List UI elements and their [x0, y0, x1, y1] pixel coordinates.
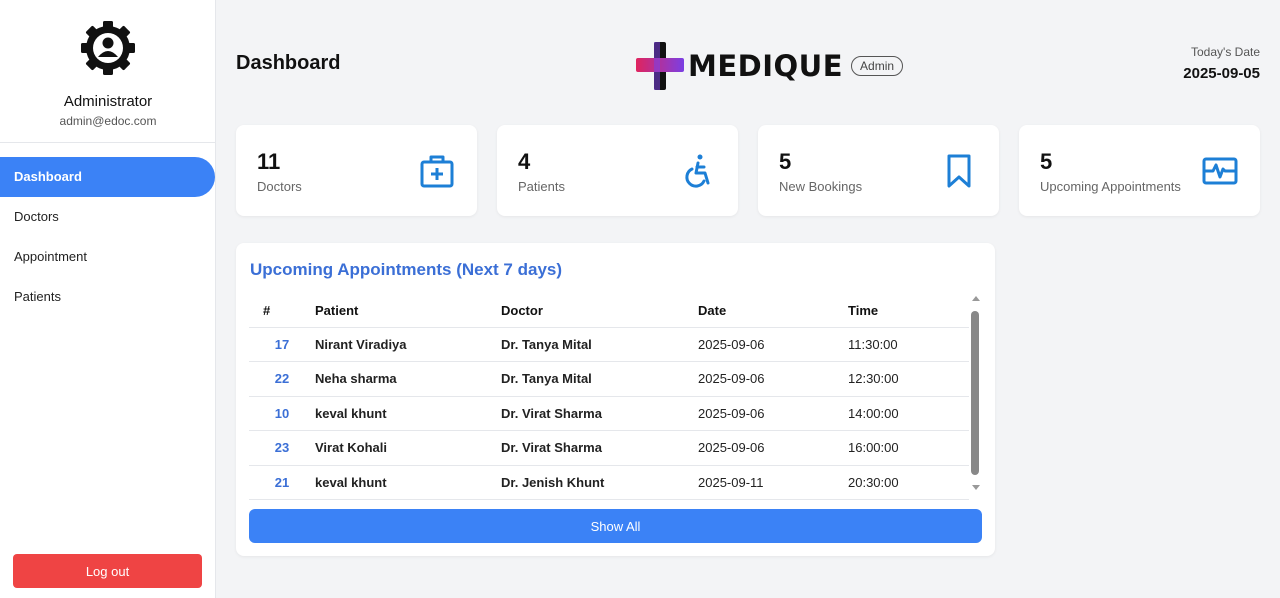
appointment-date: 2025-09-06 — [698, 396, 848, 431]
sidebar-nav: Dashboard Doctors Appointment Patients — [0, 157, 216, 317]
patient-name: Nirant Viradiya — [315, 327, 501, 362]
appointment-time: 12:30:00 — [848, 361, 969, 397]
wheelchair-icon — [685, 154, 710, 188]
brand-logo: MEDIQUE Admin — [636, 42, 904, 90]
admin-badge: Admin — [851, 56, 904, 76]
appointments-table: # Patient Doctor Date Time 17 Nirant Vir… — [249, 294, 969, 500]
doctor-name: Dr. Tanya Mital — [501, 361, 698, 397]
stat-label: Doctors — [257, 179, 302, 194]
table-scrollbar[interactable] — [970, 296, 982, 490]
column-header-number: # — [249, 294, 315, 328]
stat-label: Upcoming Appointments — [1040, 179, 1181, 194]
date-value: 2025-09-05 — [1183, 65, 1260, 82]
table-row: 17 Nirant Viradiya Dr. Tanya Mital 2025-… — [249, 327, 969, 362]
appointment-id: 10 — [249, 396, 315, 431]
stat-card-upcoming-appointments: 5 Upcoming Appointments — [1019, 125, 1260, 216]
scroll-thumb[interactable] — [971, 311, 979, 475]
patient-name: Neha sharma — [315, 361, 501, 397]
stat-count: 5 — [1040, 149, 1053, 174]
appointment-id: 23 — [249, 430, 315, 466]
doctor-name: Dr. Virat Sharma — [501, 396, 698, 431]
column-header-date: Date — [698, 294, 848, 328]
medical-cross-logo-icon — [636, 42, 684, 90]
appointment-date: 2025-09-06 — [698, 430, 848, 466]
table-row: 10 keval khunt Dr. Virat Sharma 2025-09-… — [249, 396, 969, 431]
sidebar-item-patients[interactable]: Patients — [0, 277, 216, 317]
stat-count: 5 — [779, 149, 792, 174]
date-block: Today's Date 2025-09-05 — [1183, 45, 1260, 82]
profile-email: admin@edoc.com — [59, 114, 157, 128]
appointment-time: 14:00:00 — [848, 396, 969, 431]
medical-kit-icon — [420, 155, 454, 188]
scroll-down-arrow-icon[interactable] — [972, 485, 980, 490]
table-header-row: # Patient Doctor Date Time — [249, 294, 969, 328]
stat-label: New Bookings — [779, 179, 863, 194]
appointment-date: 2025-09-06 — [698, 361, 848, 397]
doctor-name: Dr. Tanya Mital — [501, 327, 698, 362]
sidebar-item-appointment[interactable]: Appointment — [0, 237, 216, 277]
stat-card-new-bookings: 5 New Bookings — [758, 125, 999, 216]
user-gear-icon — [81, 21, 135, 75]
stat-count: 11 — [257, 149, 281, 174]
profile-section: Administrator admin@edoc.com — [0, 0, 215, 143]
patient-name: keval khunt — [315, 465, 501, 500]
doctor-name: Dr. Jenish Khunt — [501, 465, 698, 500]
patient-name: keval khunt — [315, 396, 501, 431]
scroll-up-arrow-icon[interactable] — [972, 296, 980, 301]
panel-title: Upcoming Appointments (Next 7 days) — [250, 260, 563, 279]
patient-name: Virat Kohali — [315, 430, 501, 466]
stat-card-patients: 4 Patients — [497, 125, 738, 216]
stat-card-doctors: 11 Doctors — [236, 125, 477, 216]
stat-count: 4 — [518, 149, 531, 174]
doctor-name: Dr. Virat Sharma — [501, 430, 698, 466]
appointment-id: 22 — [249, 361, 315, 397]
logout-button[interactable]: Log out — [13, 554, 202, 588]
appointment-id: 17 — [249, 327, 315, 362]
column-header-patient: Patient — [315, 294, 501, 328]
sidebar: Administrator admin@edoc.com Dashboard D… — [0, 0, 216, 598]
show-all-button[interactable]: Show All — [249, 509, 982, 543]
appointment-time: 11:30:00 — [848, 327, 969, 362]
appointment-id: 21 — [249, 465, 315, 500]
appointment-time: 20:30:00 — [848, 465, 969, 500]
profile-name: Administrator — [63, 93, 153, 110]
table-row: 22 Neha sharma Dr. Tanya Mital 2025-09-0… — [249, 361, 969, 397]
bookmark-icon — [947, 154, 971, 188]
appointments-table-container[interactable]: # Patient Doctor Date Time 17 Nirant Vir… — [249, 294, 969, 500]
appointment-date: 2025-09-06 — [698, 327, 848, 362]
sidebar-item-dashboard[interactable]: Dashboard — [0, 157, 215, 197]
column-header-doctor: Doctor — [501, 294, 698, 328]
column-header-time: Time — [848, 294, 969, 328]
sidebar-item-doctors[interactable]: Doctors — [0, 197, 216, 237]
brand-name: MEDIQUE — [688, 49, 844, 83]
heartbeat-monitor-icon — [1202, 157, 1238, 185]
table-row: 21 keval khunt Dr. Jenish Khunt 2025-09-… — [249, 465, 969, 500]
table-row: 23 Virat Kohali Dr. Virat Sharma 2025-09… — [249, 430, 969, 466]
page-title: Dashboard — [236, 52, 341, 74]
appointment-date: 2025-09-11 — [698, 465, 848, 500]
upcoming-appointments-panel: Upcoming Appointments (Next 7 days) # Pa… — [236, 243, 995, 556]
appointment-time: 16:00:00 — [848, 430, 969, 466]
stat-label: Patients — [518, 179, 565, 194]
date-label: Today's Date — [1191, 45, 1260, 59]
